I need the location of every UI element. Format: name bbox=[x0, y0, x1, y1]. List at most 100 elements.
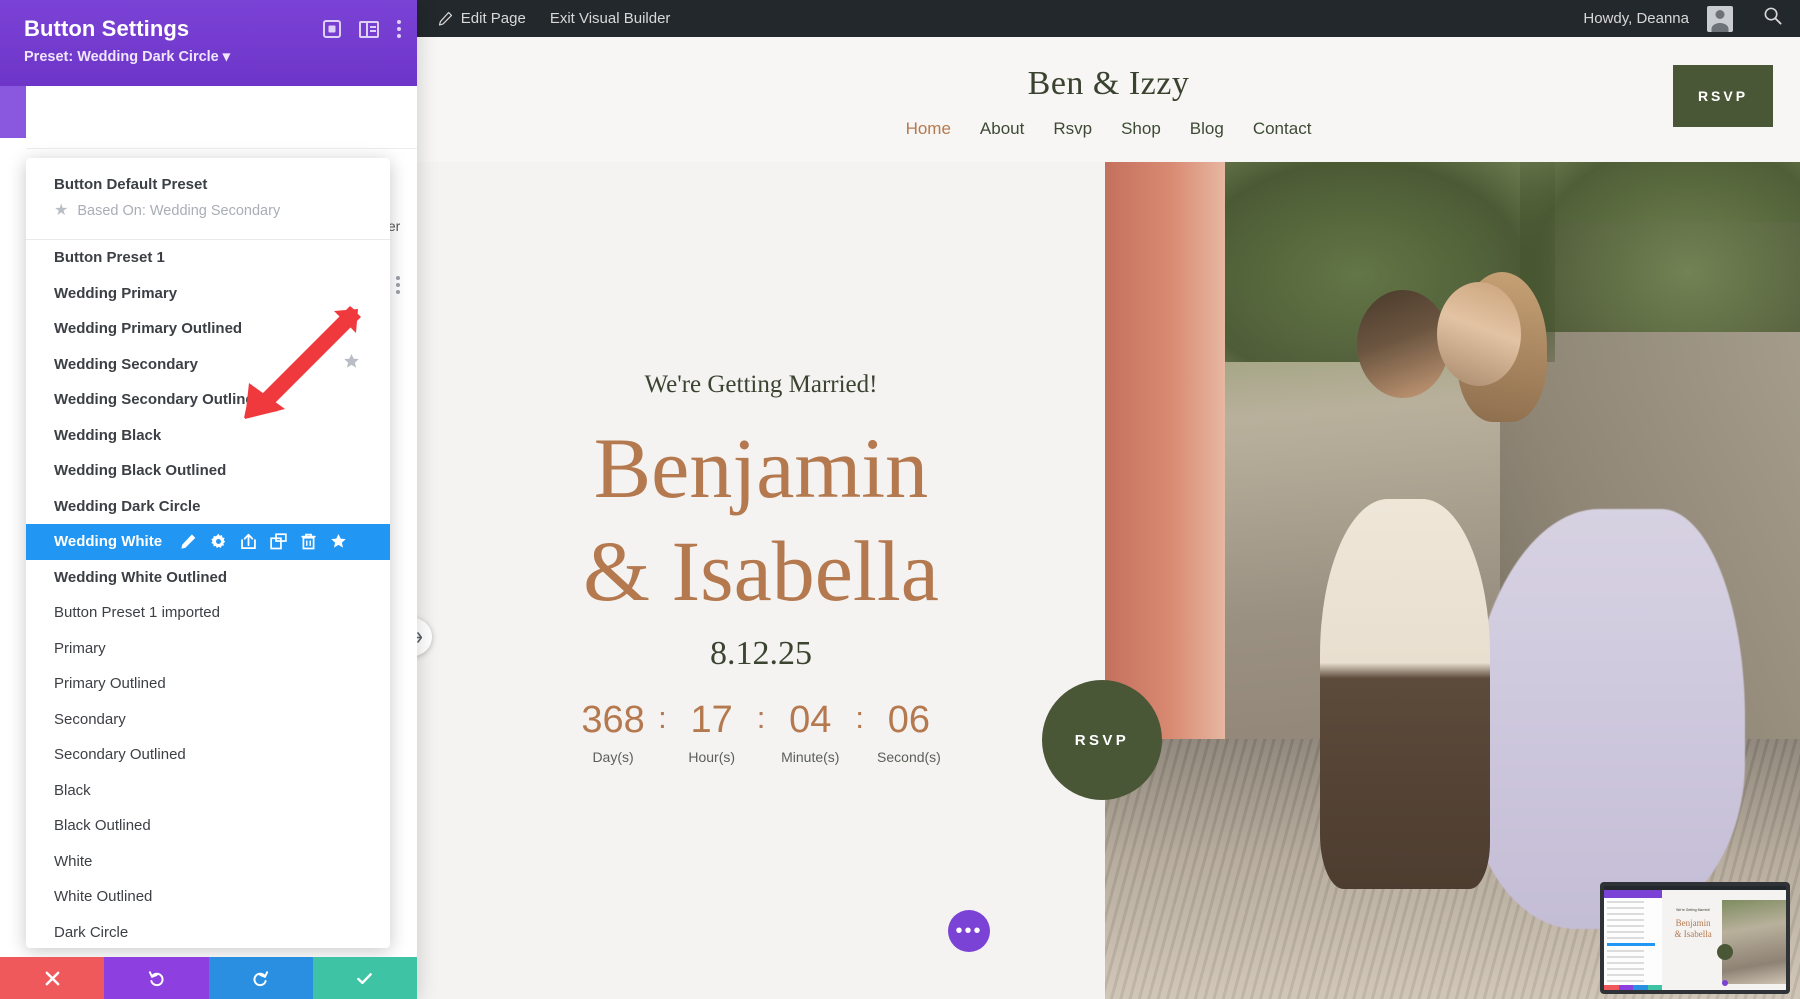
panel-accent-strip bbox=[0, 86, 26, 138]
preset-item-secondary[interactable]: Secondary bbox=[26, 702, 390, 738]
star-favorite-icon[interactable] bbox=[343, 353, 360, 375]
hero-section: We're Getting Married! Benjamin & Isabel… bbox=[417, 162, 1800, 999]
preset-item-label: Wedding Secondary Outlined bbox=[54, 391, 263, 408]
photo-bride-head bbox=[1437, 282, 1521, 386]
preset-item-label: Wedding Dark Circle bbox=[54, 498, 200, 515]
horizontal-resize-icon bbox=[417, 632, 422, 643]
countdown-unit-days: 368 Day(s) bbox=[568, 699, 658, 765]
adminbar-my-account[interactable]: Howdy, Deanna bbox=[1565, 0, 1745, 37]
preset-item-wedding-dark-circle[interactable]: Wedding Dark Circle bbox=[26, 489, 390, 525]
nav-item-home[interactable]: Home bbox=[906, 119, 951, 139]
site-logo[interactable]: Ben & Izzy bbox=[417, 37, 1800, 103]
thumbnail-site-preview: We're Getting Married! Benjamin & Isabel… bbox=[1662, 890, 1786, 990]
preset-item-black[interactable]: Black bbox=[26, 773, 390, 809]
preset-item-label: Black Outlined bbox=[54, 817, 151, 834]
preset-item-wedding-white-outlined[interactable]: Wedding White Outlined bbox=[26, 560, 390, 596]
thumbnail-photo bbox=[1722, 900, 1786, 984]
preset-item-label: Black bbox=[54, 782, 91, 799]
preset-item-white-outlined[interactable]: White Outlined bbox=[26, 879, 390, 915]
edit-page-label: Edit Page bbox=[461, 10, 526, 27]
preset-item-label: Button Preset 1 bbox=[54, 249, 165, 266]
pencil-edit-icon bbox=[438, 11, 453, 26]
preset-item-white[interactable]: White bbox=[26, 844, 390, 880]
export-upload-icon[interactable] bbox=[240, 533, 257, 550]
hero-photo-column bbox=[1105, 162, 1800, 999]
nav-item-shop[interactable]: Shop bbox=[1121, 119, 1161, 139]
countdown-unit-minutes: 04 Minute(s) bbox=[765, 699, 855, 765]
checkmark-icon bbox=[355, 969, 374, 988]
thumbnail-panel-header bbox=[1604, 890, 1662, 898]
countdown-days-label: Day(s) bbox=[568, 749, 658, 765]
button-settings-panel: Button Settings Preset: Wedding Dark Cir… bbox=[0, 0, 417, 999]
gear-settings-icon[interactable] bbox=[210, 533, 227, 550]
preset-default-block[interactable]: Button Default Preset ★ Based On: Weddin… bbox=[26, 158, 390, 231]
preset-item-button-preset-1-imported[interactable]: Button Preset 1 imported bbox=[26, 595, 390, 631]
trash-delete-icon[interactable] bbox=[300, 533, 317, 550]
nav-item-contact[interactable]: Contact bbox=[1253, 119, 1312, 139]
preset-row-action-icons bbox=[180, 533, 347, 550]
thumbnail-panel-actionbar bbox=[1604, 985, 1662, 990]
preset-item-wedding-white[interactable]: Wedding White bbox=[26, 524, 390, 560]
redo-arrow-icon bbox=[251, 969, 270, 988]
preset-item-button-preset-1[interactable]: Button Preset 1 bbox=[26, 240, 390, 276]
preset-item-label: Secondary bbox=[54, 711, 126, 728]
adminbar-edit-page[interactable]: Edit Page bbox=[426, 0, 538, 37]
preset-name-text: Preset: Wedding Dark Circle bbox=[24, 49, 219, 65]
thumbnail-eyebrow: We're Getting Married! bbox=[1668, 908, 1718, 912]
thumbnail-fab bbox=[1722, 980, 1728, 986]
adminbar-exit-visual-builder[interactable]: Exit Visual Builder bbox=[538, 0, 683, 37]
vertical-ellipsis-icon[interactable] bbox=[397, 20, 401, 38]
nav-item-rsvp[interactable]: Rsvp bbox=[1053, 119, 1092, 139]
preset-item-wedding-primary[interactable]: Wedding Primary bbox=[26, 276, 390, 312]
countdown-seconds-label: Second(s) bbox=[864, 749, 954, 765]
preset-item-black-outlined[interactable]: Black Outlined bbox=[26, 808, 390, 844]
panel-action-bar bbox=[0, 957, 417, 999]
preset-item-label: Wedding Primary bbox=[54, 285, 177, 302]
exit-builder-label: Exit Visual Builder bbox=[550, 10, 671, 27]
nav-item-blog[interactable]: Blog bbox=[1190, 119, 1224, 139]
preset-default-title: Button Default Preset bbox=[54, 176, 362, 193]
photo-groom bbox=[1320, 499, 1490, 889]
builder-floating-menu-button[interactable]: ••• bbox=[948, 910, 990, 952]
hero-names-heading: Benjamin & Isabella bbox=[417, 417, 1105, 623]
preset-item-label: White Outlined bbox=[54, 888, 152, 905]
pencil-edit-icon[interactable] bbox=[180, 533, 197, 550]
preset-item-wedding-primary-outlined[interactable]: Wedding Primary Outlined bbox=[26, 311, 390, 347]
undo-button[interactable] bbox=[104, 957, 208, 999]
nav-item-about[interactable]: About bbox=[980, 119, 1024, 139]
preset-item-label: Primary Outlined bbox=[54, 675, 166, 692]
save-button[interactable] bbox=[313, 957, 417, 999]
preset-item-label: Secondary Outlined bbox=[54, 746, 186, 763]
thumbnail-name-line-1: Benjamin bbox=[1668, 918, 1718, 929]
rsvp-header-button[interactable]: RSVP bbox=[1673, 65, 1773, 127]
panel-row-options-icon[interactable] bbox=[396, 276, 400, 294]
preset-item-dark-circle[interactable]: Dark Circle bbox=[26, 915, 390, 949]
preset-item-primary[interactable]: Primary bbox=[26, 631, 390, 667]
star-favorite-icon[interactable] bbox=[330, 533, 347, 550]
preset-item-primary-outlined[interactable]: Primary Outlined bbox=[26, 666, 390, 702]
preset-item-label: Wedding White bbox=[54, 533, 162, 550]
site-primary-nav: Home About Rsvp Shop Blog Contact bbox=[417, 119, 1800, 139]
preset-item-label: Wedding White Outlined bbox=[54, 569, 227, 586]
preset-item-wedding-secondary-outlined[interactable]: Wedding Secondary Outlined bbox=[26, 382, 390, 418]
countdown-minutes-label: Minute(s) bbox=[765, 749, 855, 765]
preset-item-wedding-black[interactable]: Wedding Black bbox=[26, 418, 390, 454]
chevron-down-icon: ▾ bbox=[223, 49, 230, 65]
preset-item-label: Button Preset 1 imported bbox=[54, 604, 220, 621]
search-icon[interactable] bbox=[1763, 6, 1782, 31]
preset-item-wedding-black-outlined[interactable]: Wedding Black Outlined bbox=[26, 453, 390, 489]
hero-eyebrow-text: We're Getting Married! bbox=[417, 371, 1105, 399]
focus-target-icon[interactable] bbox=[323, 20, 341, 38]
redo-button[interactable] bbox=[209, 957, 313, 999]
undo-arrow-icon bbox=[147, 969, 166, 988]
page-preview-thumbnail[interactable]: We're Getting Married! Benjamin & Isabel… bbox=[1595, 879, 1800, 999]
layout-columns-icon[interactable] bbox=[359, 21, 379, 38]
rsvp-circle-button[interactable]: RSVP bbox=[1042, 680, 1162, 800]
couple-photo bbox=[1105, 162, 1800, 999]
cancel-button[interactable] bbox=[0, 957, 104, 999]
preset-item-wedding-secondary[interactable]: Wedding Secondary bbox=[26, 347, 390, 383]
duplicate-icon[interactable] bbox=[270, 533, 287, 550]
preset-item-secondary-outlined[interactable]: Secondary Outlined bbox=[26, 737, 390, 773]
site-header: Ben & Izzy Home About Rsvp Shop Blog Con… bbox=[417, 37, 1800, 162]
preset-selector-label[interactable]: Preset: Wedding Dark Circle ▾ bbox=[24, 49, 397, 65]
